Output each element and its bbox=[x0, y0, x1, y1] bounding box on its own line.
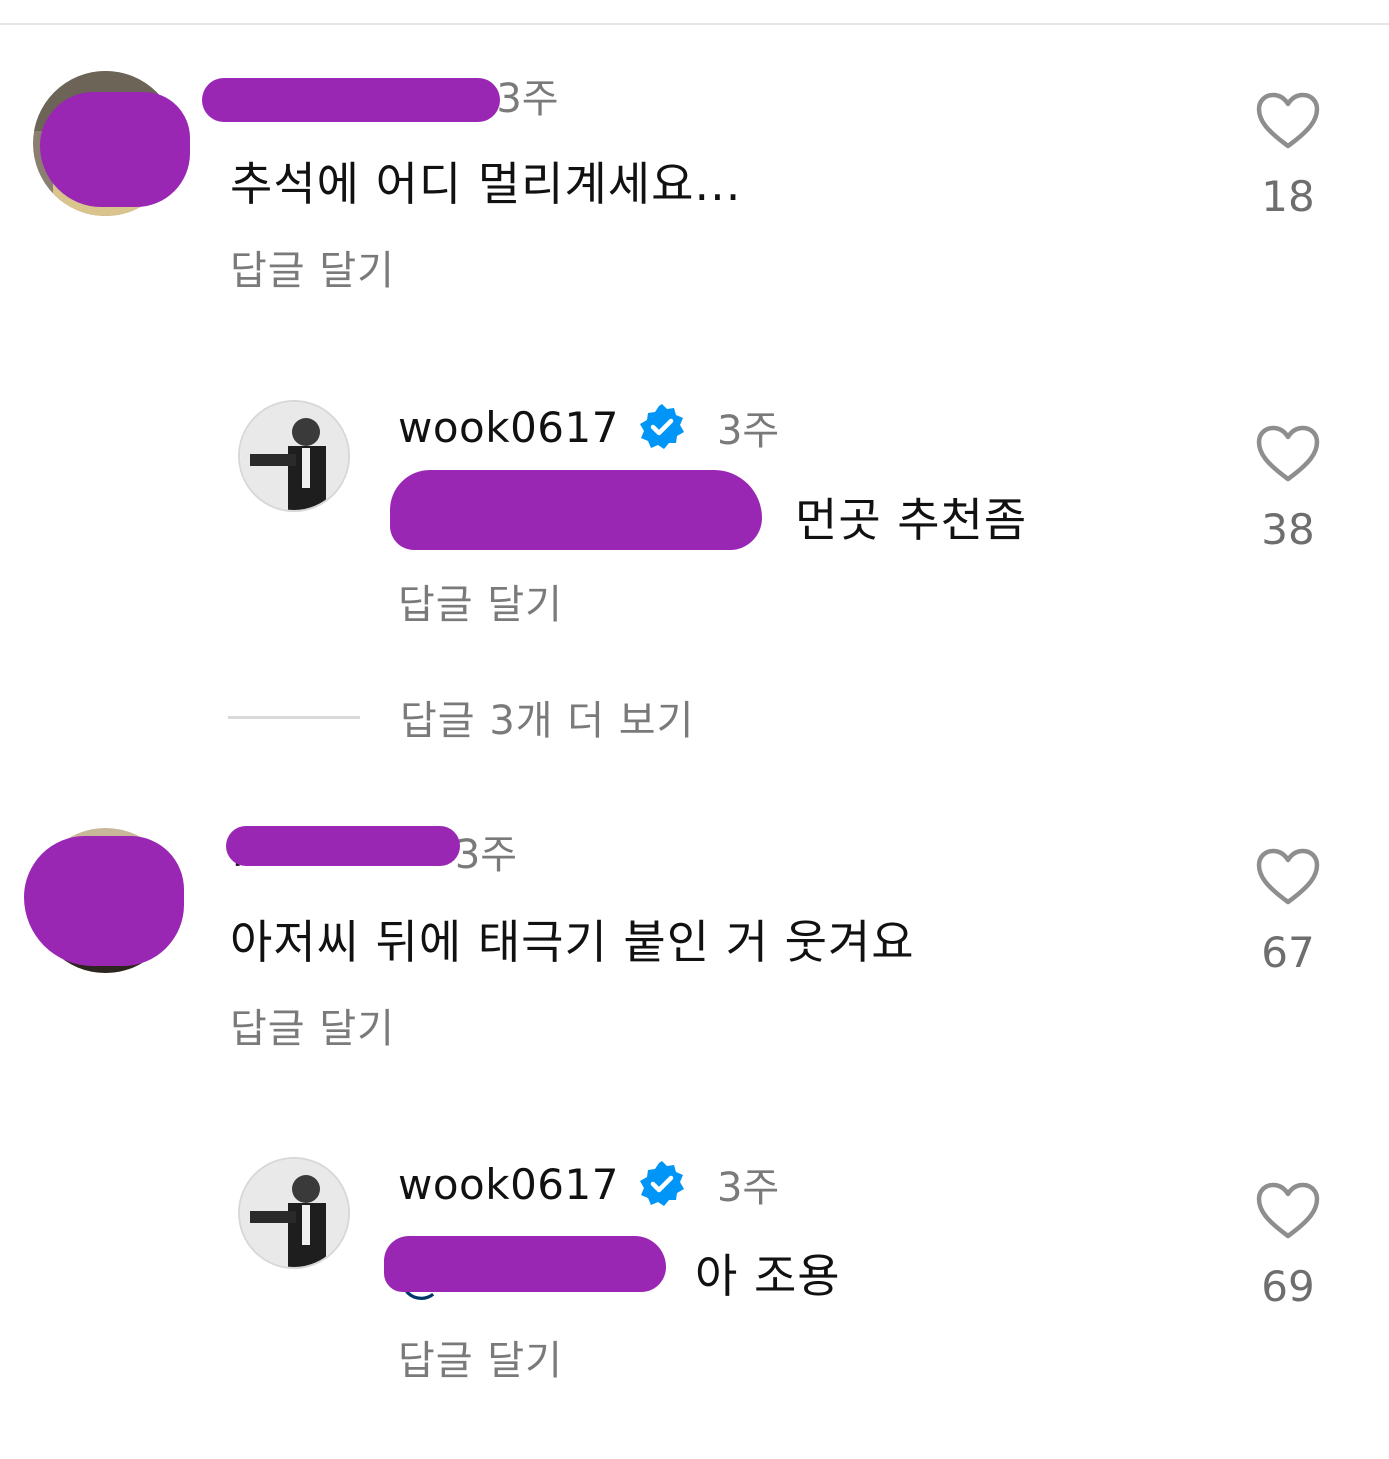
like-area: 38 bbox=[1240, 425, 1336, 554]
like-count: 18 bbox=[1261, 172, 1315, 221]
comment-text: 아저씨 뒤에 태극기 붙인 거 웃겨요 bbox=[230, 915, 915, 969]
heart-icon[interactable] bbox=[1256, 848, 1320, 906]
comment-time: 3주 bbox=[716, 1165, 780, 1211]
heart-icon[interactable] bbox=[1256, 92, 1320, 150]
comment-item: jj 3주 추석에 어디 멀리계세요... 답글 달기 18 bbox=[0, 0, 1389, 330]
redaction-mark bbox=[40, 92, 190, 207]
comment-message: 먼곳 추천좀 bbox=[795, 493, 1028, 547]
divider-line bbox=[228, 715, 360, 719]
like-area: 67 bbox=[1240, 848, 1336, 977]
like-area: 69 bbox=[1240, 1182, 1336, 1311]
redaction-mark bbox=[202, 78, 500, 122]
reply-button[interactable]: 답글 달기 bbox=[230, 996, 395, 1054]
verified-badge-icon bbox=[639, 404, 684, 449]
avatar[interactable] bbox=[238, 400, 350, 512]
verified-badge-icon bbox=[639, 1161, 684, 1206]
heart-icon[interactable] bbox=[1256, 425, 1320, 483]
reply-button[interactable]: 답글 달기 bbox=[398, 572, 563, 630]
comment-username[interactable]: wook0617 bbox=[398, 403, 619, 452]
view-more-replies[interactable]: 답글 3개 더 보기 bbox=[228, 688, 694, 746]
like-count: 67 bbox=[1261, 928, 1315, 977]
like-area: 18 bbox=[1240, 92, 1336, 221]
redaction-mark bbox=[390, 470, 762, 550]
comment-time: 3주 bbox=[496, 76, 559, 122]
comment-username[interactable]: wook0617 bbox=[398, 1160, 619, 1209]
avatar[interactable] bbox=[238, 1157, 350, 1269]
reply-button[interactable]: 답글 달기 bbox=[230, 238, 395, 296]
like-count: 38 bbox=[1261, 505, 1315, 554]
redaction-mark bbox=[226, 826, 460, 866]
view-more-replies-label[interactable]: 답글 3개 더 보기 bbox=[400, 688, 694, 746]
comment-time: 3주 bbox=[454, 832, 518, 878]
like-count: 69 bbox=[1261, 1262, 1315, 1311]
comment-text: 추석에 어디 멀리계세요... bbox=[230, 157, 742, 211]
redaction-mark bbox=[384, 1236, 666, 1292]
heart-icon[interactable] bbox=[1256, 1182, 1320, 1240]
comment-time: 3주 bbox=[716, 408, 780, 454]
reply-button[interactable]: 답글 달기 bbox=[398, 1328, 563, 1386]
redaction-mark bbox=[24, 836, 184, 966]
comment-message: 아 조용 bbox=[695, 1249, 841, 1303]
